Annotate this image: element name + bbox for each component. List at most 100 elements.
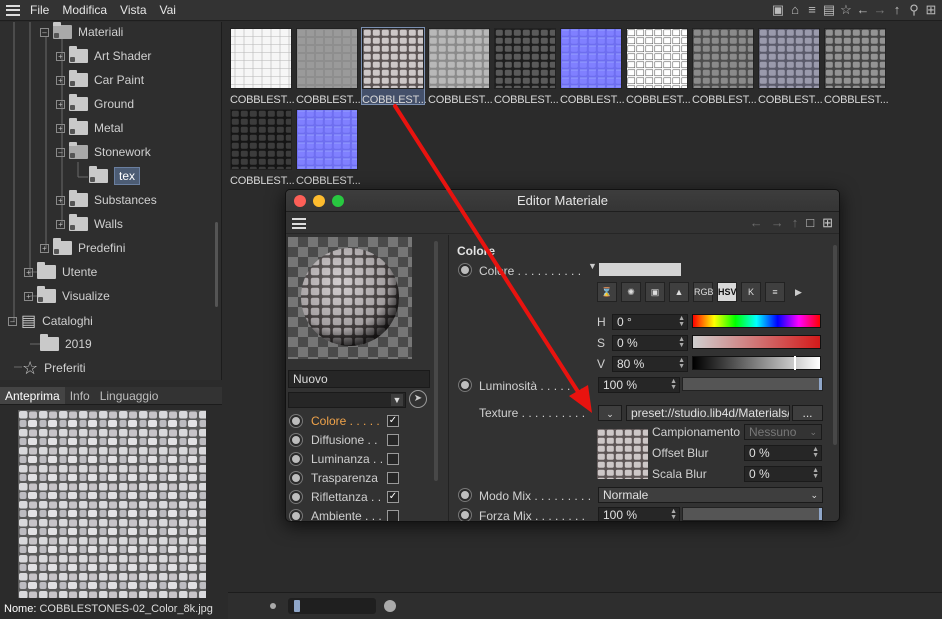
spinner-icon[interactable]: ▲ ▼ — [670, 378, 677, 391]
menu-vista[interactable]: Vista — [120, 3, 146, 17]
spinner-icon[interactable]: ▲ ▼ — [812, 446, 819, 459]
expand-icon[interactable]: + — [56, 195, 65, 205]
spectrum-mode-icon[interactable]: ✺ — [621, 282, 641, 302]
channel-radio[interactable] — [290, 490, 302, 503]
gradient-mode-icon[interactable]: ▣ — [645, 282, 665, 302]
tree-item-metal[interactable]: + Metal — [56, 118, 123, 138]
spinner-icon[interactable]: ▲ ▼ — [670, 508, 677, 521]
tree-item-substances[interactable]: + Substances — [56, 190, 157, 210]
spinner-icon[interactable]: ▲ ▼ — [678, 315, 685, 328]
material-layer-select[interactable]: ▼ — [288, 392, 406, 408]
channel-ambiente[interactable]: Ambiente . . . — [288, 506, 428, 521]
tree-item-preferiti[interactable]: ☆ Preferiti — [22, 358, 85, 378]
asset-thumb[interactable]: COBBLEST... — [692, 28, 757, 106]
back-icon[interactable]: ← — [856, 2, 870, 17]
texture-path-field[interactable]: preset://studio.lib4d/Materials/S — [626, 405, 790, 421]
saturation-slider[interactable] — [692, 335, 821, 349]
tree-item-materiali[interactable]: – Materiali — [40, 22, 123, 42]
channel-checkbox[interactable] — [387, 471, 399, 484]
hue-field[interactable]: 0 ° ▲ ▼ — [612, 314, 688, 330]
menu-file[interactable]: File — [30, 3, 49, 17]
material-name-field[interactable]: Nuovo — [288, 370, 430, 388]
channel-radio[interactable] — [290, 471, 302, 484]
asset-thumb[interactable]: COBBLEST... — [626, 28, 691, 106]
kelvin-mode-button[interactable]: K — [741, 282, 761, 302]
book-icon[interactable]: ▤ — [822, 2, 836, 17]
close-icon[interactable] — [294, 195, 306, 207]
slider-knob[interactable] — [819, 378, 822, 390]
value-field[interactable]: 80 % ▲ ▼ — [612, 356, 688, 372]
expand-icon[interactable]: + — [56, 219, 65, 229]
tree-item-cataloghi[interactable]: – ▤ Cataloghi — [8, 311, 93, 331]
collapse-icon[interactable]: – — [8, 316, 17, 326]
channel-luminanza[interactable]: Luminanza . . — [288, 449, 428, 468]
tab-info[interactable]: Info — [65, 387, 95, 404]
tree-item-stonework[interactable]: – Stonework — [56, 142, 151, 162]
up-icon[interactable]: ↑ — [890, 2, 904, 17]
channel-riflettanza[interactable]: Riflettanza . . ✓ — [288, 487, 428, 506]
hsv-mode-button[interactable]: HSV — [717, 282, 737, 302]
home-icon[interactable]: ⌂ — [788, 2, 802, 17]
menu-vai[interactable]: Vai — [160, 3, 176, 17]
tree-item-utente[interactable]: + Utente — [24, 262, 97, 282]
channel-trasparenza[interactable]: Trasparenza — [288, 468, 428, 487]
tree-item-ground[interactable]: + Ground — [56, 94, 134, 114]
mix-mode-select[interactable]: Normale ⌄ — [598, 487, 823, 503]
spinner-icon[interactable]: ▲ ▼ — [812, 467, 819, 480]
tree-item-car-paint[interactable]: + Car Paint — [56, 70, 144, 90]
asset-thumb[interactable]: COBBLEST... — [230, 109, 295, 187]
expand-icon[interactable]: + — [56, 75, 65, 85]
channel-diffusione[interactable]: Diffusione . . — [288, 430, 428, 449]
star-icon[interactable]: ☆ — [839, 2, 853, 17]
tab-anteprima[interactable]: Anteprima — [0, 387, 65, 404]
asset-thumb[interactable]: COBBLEST... — [560, 28, 625, 106]
sliders-icon[interactable]: ≡ — [805, 2, 819, 17]
tab-linguaggio[interactable]: Linguaggio — [95, 387, 164, 404]
editor-titlebar[interactable]: Editor Materiale — [286, 190, 839, 212]
window-icon[interactable]: ▣ — [771, 2, 785, 17]
asset-thumb-selected[interactable]: COBBLEST... — [361, 27, 427, 106]
channel-radio[interactable] — [290, 509, 302, 521]
tree-item-walls[interactable]: + Walls — [56, 214, 123, 234]
search-icon[interactable]: ⚲ — [907, 2, 921, 17]
asset-thumb[interactable]: COBBLEST... — [230, 28, 295, 106]
large-size-icon[interactable] — [384, 600, 396, 612]
slider-knob[interactable] — [294, 600, 300, 612]
expand-icon[interactable]: + — [56, 123, 65, 133]
value-slider[interactable] — [692, 356, 821, 370]
editor-menu-icon[interactable] — [292, 218, 306, 229]
tree-item-art-shader[interactable]: + Art Shader — [56, 46, 151, 66]
tree-item-visualize[interactable]: + Visualize — [24, 286, 110, 306]
expand-icon[interactable]: + — [56, 51, 65, 61]
scale-blur-field[interactable]: 0 % ▲ ▼ — [744, 466, 822, 482]
collapse-icon[interactable]: – — [56, 147, 65, 157]
rgb-mode-button[interactable]: RGB — [693, 282, 714, 302]
offset-blur-field[interactable]: 0 % ▲ ▼ — [744, 445, 822, 461]
pick-cursor-icon[interactable]: ➤ — [409, 390, 427, 408]
texture-menu-button[interactable]: ⌄ — [598, 405, 622, 421]
mix-mode-anim-radio[interactable] — [459, 489, 471, 501]
channel-radio[interactable] — [290, 414, 302, 427]
channel-checkbox[interactable]: ✓ — [387, 414, 399, 427]
slider-marker[interactable] — [794, 356, 796, 370]
asset-thumb[interactable]: COBBLEST... — [758, 28, 823, 106]
asset-thumb[interactable]: COBBLEST... — [824, 28, 889, 106]
tree-item-2019[interactable]: 2019 — [40, 334, 92, 354]
asset-thumb[interactable]: COBBLEST... — [494, 28, 559, 106]
thumbnail-size-slider[interactable] — [288, 598, 376, 614]
menu-modifica[interactable]: Modifica — [62, 3, 107, 17]
color-anim-radio[interactable] — [459, 264, 471, 276]
hue-slider[interactable] — [692, 314, 821, 328]
mix-strength-anim-radio[interactable] — [459, 509, 471, 521]
slider-knob[interactable] — [819, 508, 822, 520]
forward-icon[interactable]: → — [873, 2, 887, 17]
color-swatch[interactable] — [599, 263, 681, 276]
expand-icon[interactable]: + — [56, 99, 65, 109]
channel-colore[interactable]: Colore . . . . . ✓ — [288, 411, 428, 430]
channel-checkbox[interactable]: ✓ — [387, 490, 399, 503]
channel-checkbox[interactable] — [387, 509, 399, 521]
forward-icon[interactable]: → — [771, 215, 784, 231]
channel-radio[interactable] — [290, 433, 302, 446]
asset-thumb[interactable]: COBBLEST... — [296, 109, 361, 187]
expand-icon[interactable]: + — [40, 243, 49, 253]
